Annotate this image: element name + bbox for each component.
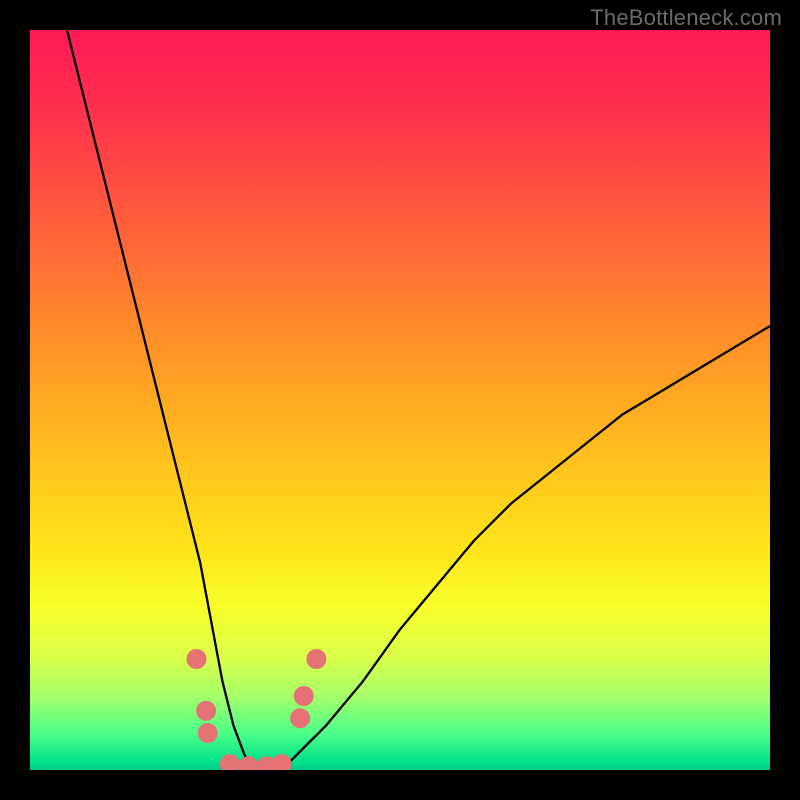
point-h xyxy=(290,708,310,728)
curve-markers xyxy=(187,649,327,770)
point-d xyxy=(220,754,240,770)
bottleneck-curve xyxy=(67,30,770,770)
point-i xyxy=(294,686,314,706)
point-j xyxy=(306,649,326,669)
point-c xyxy=(198,723,218,743)
chart-svg xyxy=(30,30,770,770)
watermark-text: TheBottleneck.com xyxy=(590,5,782,31)
point-b xyxy=(196,701,216,721)
point-a xyxy=(187,649,207,669)
point-g xyxy=(272,754,292,770)
point-e xyxy=(238,756,258,770)
chart-frame: TheBottleneck.com xyxy=(0,0,800,800)
